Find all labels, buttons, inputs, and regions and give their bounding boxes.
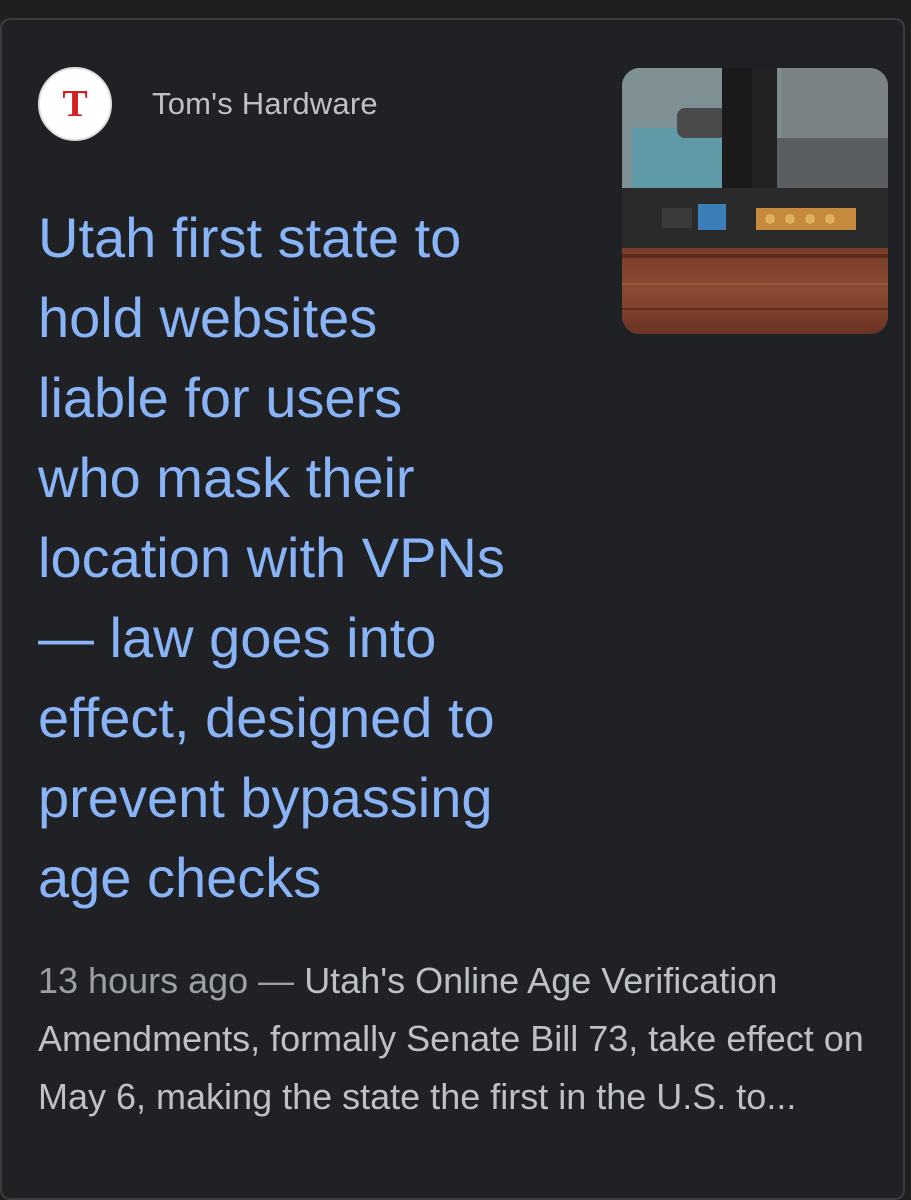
article-snippet: 13 hours ago — Utah's Online Age Verific… — [38, 952, 898, 1126]
article-age: 13 hours ago — [38, 960, 249, 1001]
source-row[interactable]: T Tom's Hardware — [38, 67, 378, 141]
source-name[interactable]: Tom's Hardware — [152, 86, 378, 122]
article-thumbnail[interactable] — [622, 68, 888, 334]
router-photo-icon — [622, 68, 888, 334]
page: T Tom's Hardware Utah first state to hol… — [0, 0, 911, 1200]
source-favicon-icon: T — [38, 67, 112, 141]
news-result-card[interactable]: T Tom's Hardware Utah first state to hol… — [0, 18, 905, 1200]
snippet-separator: — — [248, 960, 305, 1001]
article-headline-link[interactable]: Utah first state to hold websites liable… — [38, 198, 598, 918]
